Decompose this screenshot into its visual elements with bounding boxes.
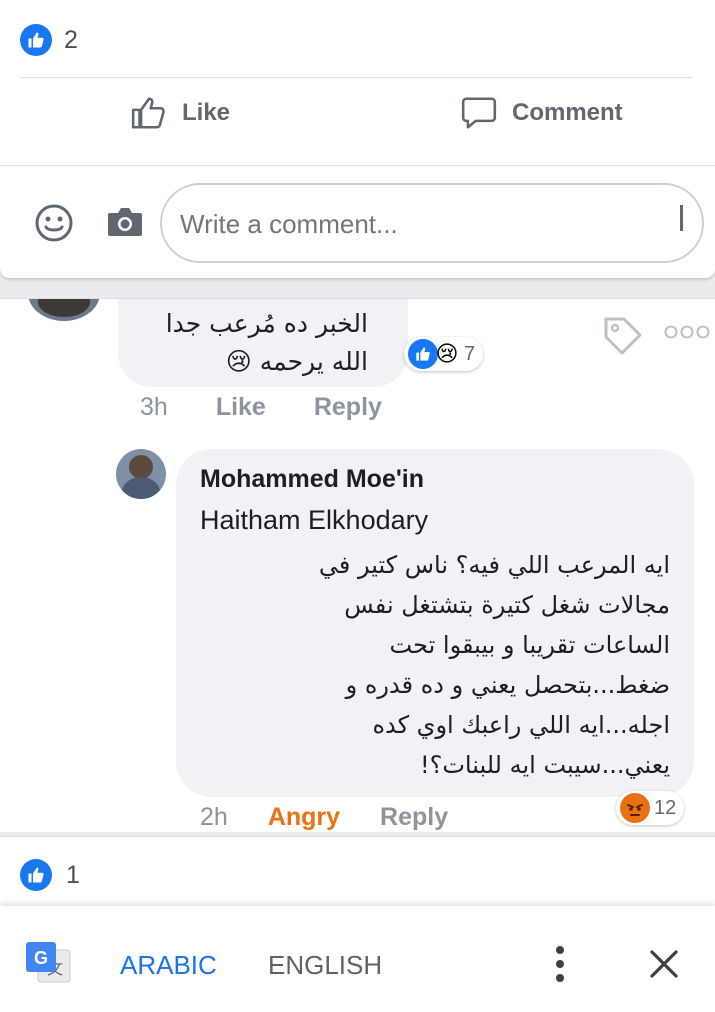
bottom-like-count: 1 — [66, 860, 80, 889]
camera-button[interactable] — [106, 205, 144, 244]
reply-text-line: اجله...ايه اللي راعبك اوي كده — [372, 711, 670, 739]
reply-angry-button[interactable]: Angry — [268, 803, 340, 832]
close-button[interactable] — [648, 948, 680, 985]
post-like-summary[interactable]: 2 — [20, 24, 78, 56]
comment-button[interactable]: Comment — [460, 94, 623, 132]
close-icon — [650, 950, 678, 978]
comment-time[interactable]: 3h — [140, 393, 168, 422]
thumbs-up-icon — [131, 97, 165, 129]
more-options-button[interactable] — [664, 324, 710, 345]
more-options-button[interactable] — [550, 944, 570, 989]
post-like-count: 2 — [64, 25, 78, 54]
source-language-tab[interactable]: ARABIC — [120, 950, 217, 981]
avatar[interactable] — [28, 299, 100, 321]
reply-bubble[interactable]: Mohammed Moe'in Haitham Elkhodary ايه ال… — [176, 449, 694, 797]
tag-button[interactable] — [600, 313, 646, 364]
comment-bubble-icon — [461, 97, 497, 129]
reply-avatar[interactable] — [116, 449, 166, 499]
like-button-label: Like — [182, 99, 231, 126]
bottom-like-row: 1 — [20, 859, 80, 891]
smiley-icon — [35, 204, 73, 242]
like-button[interactable]: Like — [130, 94, 230, 132]
reply-reaction-count: 12 — [654, 796, 677, 819]
comment-button-label: Comment — [512, 99, 623, 126]
reply-reply-button[interactable]: Reply — [380, 803, 448, 832]
vertical-dots-icon — [556, 946, 564, 982]
comment-reply-button[interactable]: Reply — [314, 393, 382, 422]
svg-text:G: G — [34, 948, 48, 968]
reply-time[interactable]: 2h — [200, 803, 228, 832]
reaction-count: 7 — [464, 342, 476, 365]
bottom-like-summary[interactable]: 1 — [0, 836, 715, 906]
reply-meta: 2h Angry Reply — [200, 803, 448, 832]
comment-bubble[interactable]: الخبر ده مُرعب جدا الله يرحمه 😢 — [118, 299, 408, 387]
more-dots-icon — [664, 325, 710, 339]
reply-mention[interactable]: Haitham Elkhodary — [200, 505, 428, 536]
comments-area: الخبر ده مُرعب جدا الله يرحمه 😢 😢 7 3h L… — [0, 298, 715, 832]
reply-text-line: مجالات شغل كتيرة بتشتغل نفس — [344, 591, 670, 619]
reply-reaction-summary[interactable]: 12 — [616, 791, 685, 825]
comment-meta: 3h Like Reply — [140, 393, 382, 422]
tag-icon — [604, 317, 642, 355]
sad-reaction-icon: 😢 — [435, 341, 459, 366]
angry-reaction-icon — [620, 793, 650, 823]
comment-text-line: الخبر ده مُرعب جدا — [165, 309, 368, 338]
reply-text-line: ايه المرعب اللي فيه؟ ناس كتير في — [318, 551, 670, 579]
sticker-button[interactable] — [34, 203, 74, 248]
camera-icon — [108, 208, 142, 236]
google-translate-icon: 文G — [24, 940, 72, 991]
target-language-tab[interactable]: ENGLISH — [268, 950, 382, 981]
comment-input[interactable] — [180, 203, 650, 245]
reply-text: ايه المرعب اللي فيه؟ ناس كتير في مجالات … — [190, 545, 670, 785]
text-cursor — [680, 205, 683, 231]
reaction-summary[interactable]: 😢 7 — [404, 337, 484, 371]
reply-text-line: الساعات تقريبا و بيبقوا تحت — [389, 631, 670, 659]
post-divider-2 — [0, 165, 715, 166]
comment-text: الخبر ده مُرعب جدا الله يرحمه 😢 — [166, 305, 368, 381]
post-divider — [20, 77, 693, 78]
reply-author[interactable]: Mohammed Moe'in — [200, 465, 424, 494]
like-badge-icon — [20, 24, 52, 56]
comment-input-box[interactable] — [160, 183, 704, 263]
translate-bar: 文G ARABIC ENGLISH — [0, 906, 715, 1012]
comment-like-button[interactable]: Like — [216, 393, 266, 422]
comment-text-line: الله يرحمه 😢 — [225, 347, 368, 376]
reply-text-line: يعني...سيبت ايه للبنات؟! — [419, 751, 670, 779]
post-card: 2 Like Comment — [0, 0, 715, 278]
like-badge-icon — [20, 859, 52, 891]
reply-text-line: ضغط...بتحصل يعني و ده قدره و — [345, 671, 670, 699]
